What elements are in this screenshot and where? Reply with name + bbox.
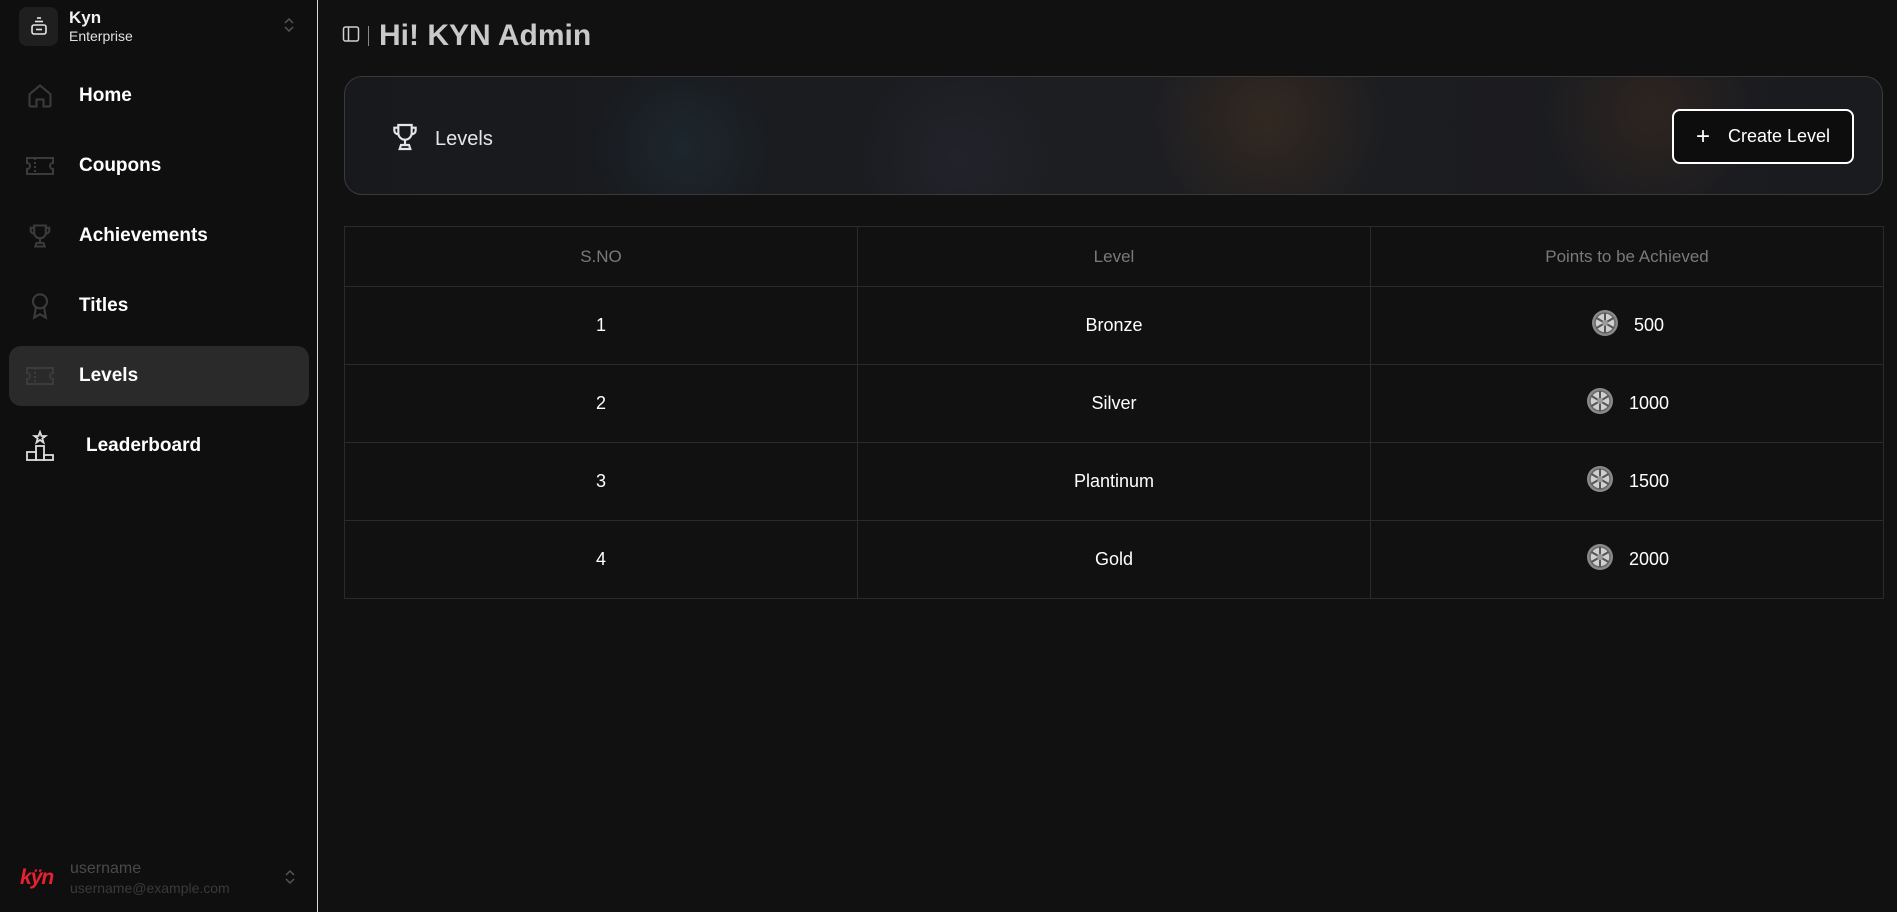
banner-title: Levels	[435, 128, 493, 150]
sidebar-item-achievements[interactable]: Achievements	[9, 206, 309, 266]
points-value: 1000	[1628, 393, 1670, 413]
levels-table: S.NO Level Points to be Achieved 1 Bronz…	[344, 226, 1884, 599]
column-header-sno: S.NO	[344, 226, 858, 287]
trophy-icon	[389, 121, 421, 158]
cell-sno: 4	[344, 520, 858, 599]
podium-icon	[24, 430, 56, 462]
levels-banner: Levels + Create Level	[344, 76, 1883, 195]
sidebar-item-label: Achievements	[79, 225, 208, 246]
page-header: Hi! KYN Admin	[342, 18, 591, 54]
trophy-icon	[24, 220, 56, 252]
sidebar-item-leaderboard[interactable]: Leaderboard	[9, 416, 309, 476]
home-icon	[24, 80, 56, 112]
chevrons-up-down-icon[interactable]	[283, 16, 295, 39]
column-header-level: Level	[857, 226, 1371, 287]
sidebar-item-label: Coupons	[79, 155, 162, 176]
cell-points: 1000	[1370, 364, 1884, 443]
cell-points: 2000	[1370, 520, 1884, 599]
table-row[interactable]: 3 Plantinum 1500	[344, 442, 1884, 521]
org-icon	[19, 6, 58, 46]
org-plan: Enterprise	[69, 27, 133, 44]
plus-icon: +	[1695, 122, 1710, 150]
user-email: username@example.com	[70, 880, 230, 896]
sidebar: Kyn Enterprise Home Coupons Achievements…	[0, 0, 318, 912]
sidebar-item-titles[interactable]: Titles	[9, 276, 309, 336]
ticket-icon	[24, 150, 56, 182]
sidebar-item-home[interactable]: Home	[9, 66, 309, 126]
ticket-icon	[24, 360, 56, 392]
table-row[interactable]: 2 Silver 1000	[344, 364, 1884, 443]
award-icon	[24, 290, 56, 322]
coin-icon	[1585, 542, 1615, 577]
column-header-points: Points to be Achieved	[1370, 226, 1884, 287]
cell-sno: 3	[344, 442, 858, 521]
cell-level: Plantinum	[857, 442, 1371, 521]
table-header-row: S.NO Level Points to be Achieved	[344, 226, 1884, 287]
coin-icon	[1585, 386, 1615, 421]
sidebar-item-levels[interactable]: Levels	[9, 346, 309, 406]
user-menu[interactable]: kÿn username username@example.com	[20, 858, 300, 898]
coin-icon	[1590, 308, 1620, 343]
cell-level: Bronze	[857, 286, 1371, 365]
sidebar-item-label: Levels	[79, 365, 139, 386]
sidebar-item-label: Home	[79, 85, 132, 106]
sidebar-item-label: Leaderboard	[86, 435, 202, 456]
page-title: Hi! KYN Admin	[379, 19, 592, 52]
sidebar-nav: Home Coupons Achievements Titles Levels …	[9, 66, 309, 486]
table-row[interactable]: 1 Bronze 500	[344, 286, 1884, 365]
points-value: 1500	[1628, 471, 1670, 491]
sidebar-item-coupons[interactable]: Coupons	[9, 136, 309, 196]
points-value: 2000	[1628, 549, 1670, 569]
sidebar-toggle-icon[interactable]	[342, 25, 360, 48]
cell-sno: 2	[344, 364, 858, 443]
kyn-logo: kÿn	[20, 866, 54, 889]
cell-level: Silver	[857, 364, 1371, 443]
org-name: Kyn	[69, 8, 102, 28]
user-name: username	[70, 860, 142, 877]
chevrons-up-down-icon[interactable]	[284, 868, 296, 891]
points-value: 500	[1633, 315, 1665, 335]
sidebar-item-label: Titles	[79, 295, 129, 316]
header-divider	[368, 26, 369, 46]
cell-sno: 1	[344, 286, 858, 365]
create-level-button[interactable]: + Create Level	[1672, 109, 1854, 164]
coin-icon	[1585, 464, 1615, 499]
create-level-label: Create Level	[1727, 126, 1831, 146]
cell-points: 1500	[1370, 442, 1884, 521]
cell-level: Gold	[857, 520, 1371, 599]
cell-points: 500	[1370, 286, 1884, 365]
org-switcher[interactable]: Kyn Enterprise	[19, 4, 299, 48]
table-row[interactable]: 4 Gold 2000	[344, 520, 1884, 599]
